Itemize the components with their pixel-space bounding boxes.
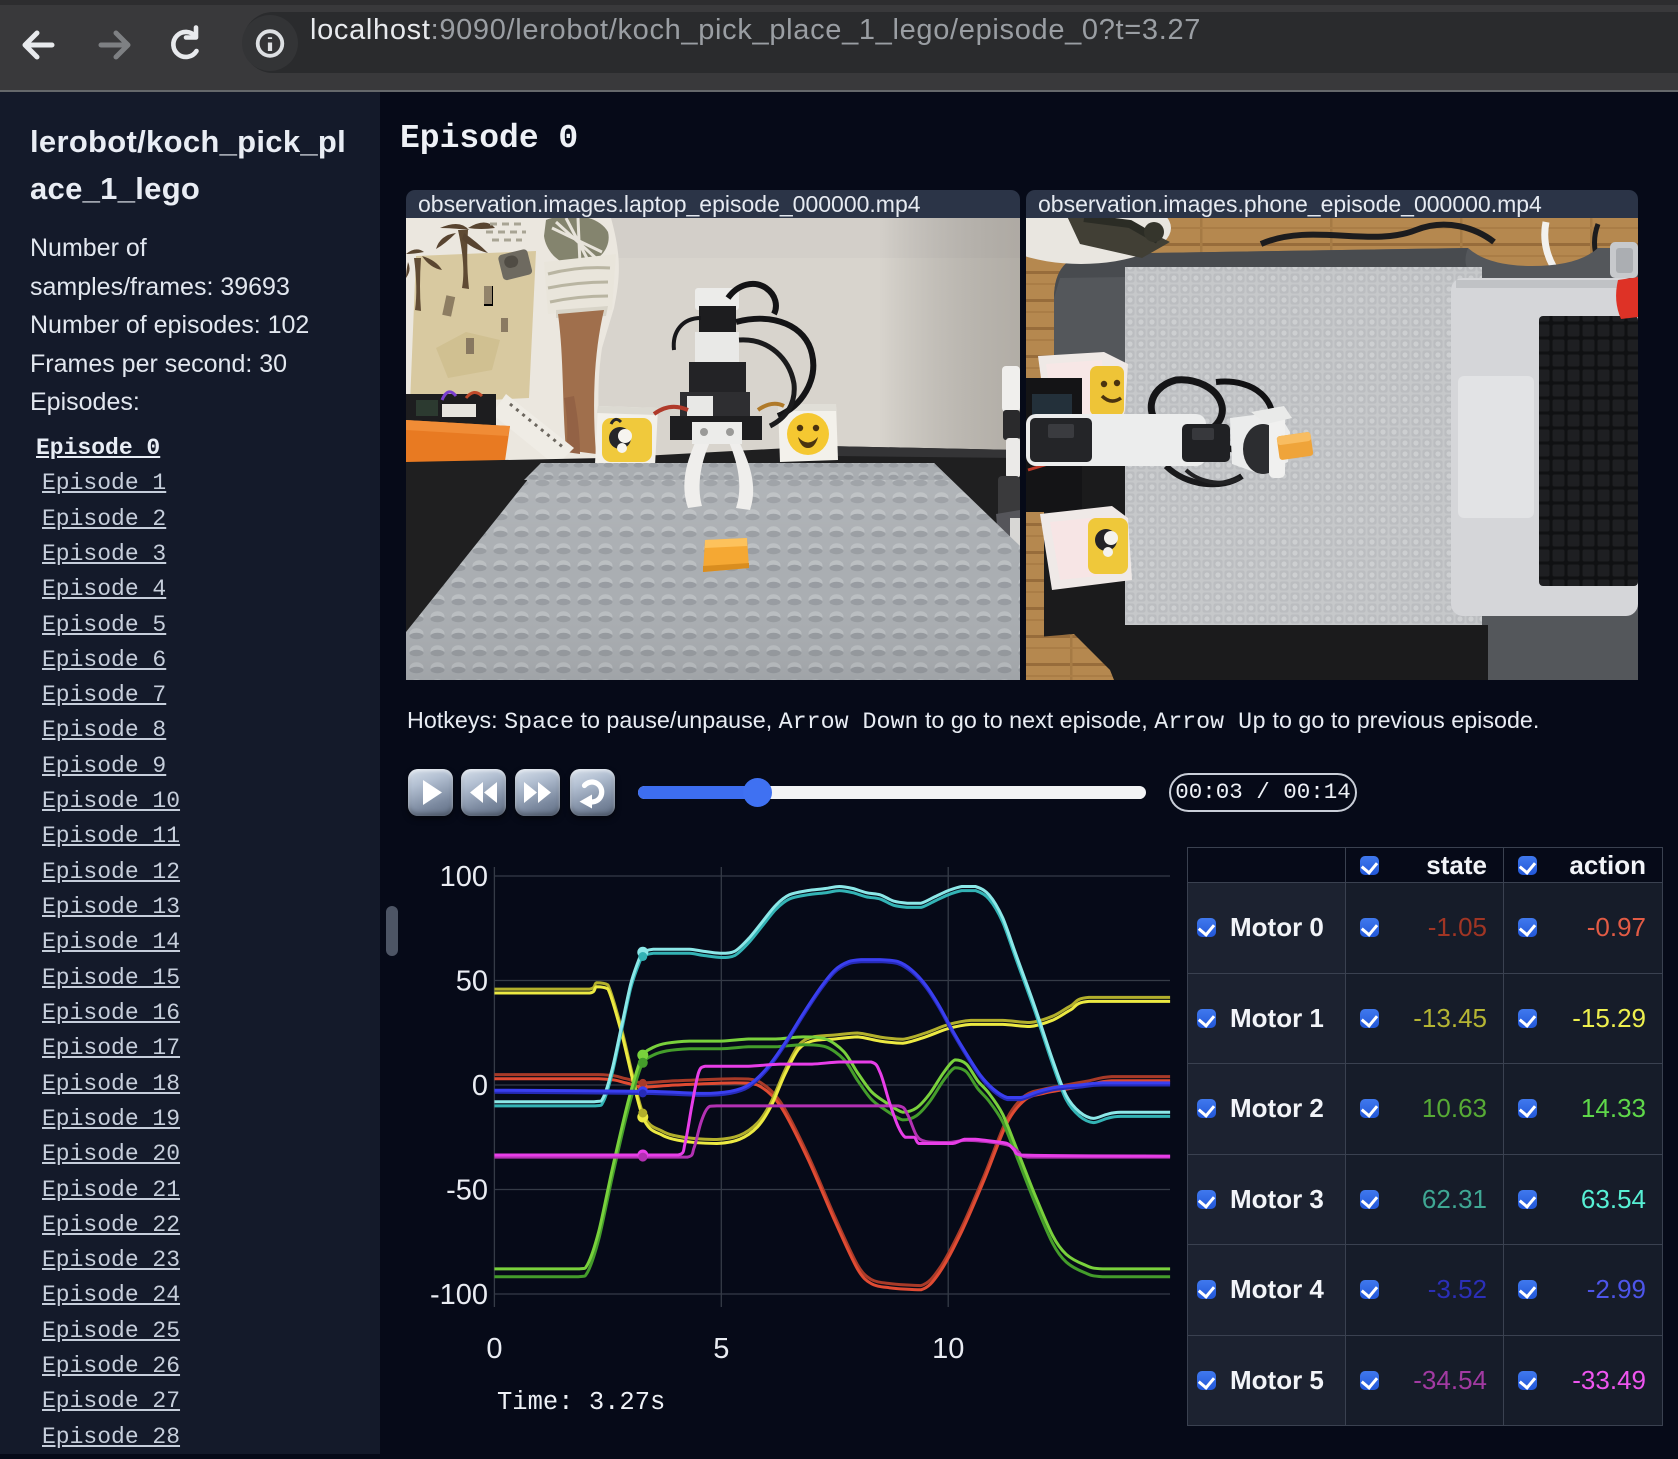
- svg-text:-50: -50: [446, 1175, 488, 1207]
- svg-text:0: 0: [472, 1070, 488, 1102]
- svg-text:-100: -100: [430, 1279, 488, 1311]
- svg-text:0: 0: [486, 1333, 502, 1365]
- svg-text:50: 50: [456, 966, 488, 998]
- svg-text:10: 10: [932, 1333, 964, 1365]
- svg-text:100: 100: [440, 861, 488, 893]
- svg-text:5: 5: [713, 1333, 729, 1365]
